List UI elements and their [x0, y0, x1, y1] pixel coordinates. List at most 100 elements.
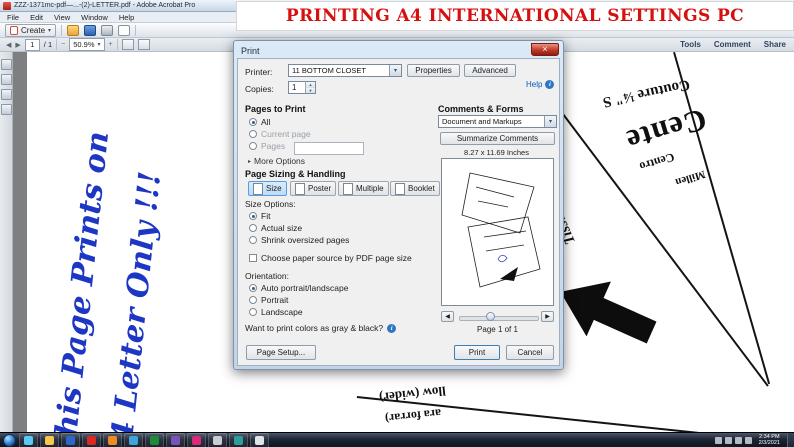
radio-all-pages[interactable]: All: [249, 117, 270, 127]
properties-button[interactable]: Properties: [407, 64, 460, 77]
radio-icon: [249, 284, 257, 292]
taskbar-app-icon[interactable]: [229, 432, 248, 447]
bookmarks-icon[interactable]: [0, 74, 12, 85]
cancel-button[interactable]: Cancel: [506, 345, 554, 360]
preview-next-button[interactable]: ▶: [541, 311, 554, 322]
preview-prev-button[interactable]: ◀: [441, 311, 454, 322]
zoom-level-select[interactable]: 50.9% ▾: [69, 38, 105, 51]
menu-help[interactable]: Help: [119, 13, 134, 22]
taskbar-app-icon[interactable]: [187, 432, 206, 447]
taskbar-app-icon[interactable]: [250, 432, 269, 447]
signatures-icon[interactable]: [0, 104, 12, 115]
radio-actual-size[interactable]: Actual size: [249, 223, 302, 233]
checkbox-icon: [249, 254, 257, 262]
taskbar-app-icon[interactable]: [145, 432, 164, 447]
close-icon[interactable]: ×: [531, 43, 559, 56]
previous-page-icon[interactable]: ◀: [6, 41, 11, 49]
taskbar-clock[interactable]: 2:34 PM 2/3/2021: [759, 434, 780, 447]
app-glyph: [234, 435, 243, 445]
multiple-mode-icon: [343, 182, 353, 195]
poster-mode-button[interactable]: Poster: [290, 181, 337, 196]
taskbar-app-icon[interactable]: [19, 432, 38, 447]
copies-arrows[interactable]: ▴ ▾: [305, 82, 315, 93]
email-icon[interactable]: [118, 24, 131, 36]
zoom-value: 50.9%: [73, 40, 95, 49]
menu-file[interactable]: File: [7, 13, 19, 22]
show-desktop-button[interactable]: [787, 432, 794, 447]
caption-banner-text: PRINTING A4 INTERNATIONAL SETTINGS PC: [285, 6, 745, 26]
taskbar-app-icon[interactable]: [61, 432, 80, 447]
pages-range-input[interactable]: [294, 142, 364, 155]
radio-fit[interactable]: Fit: [249, 211, 270, 221]
print-dialog-titlebar[interactable]: Print ×: [237, 43, 560, 58]
radio-pages-range[interactable]: Pages: [249, 141, 285, 151]
action-center-icon[interactable]: [724, 436, 732, 444]
summarize-comments-button[interactable]: Summarize Comments: [440, 132, 555, 145]
printer-select[interactable]: 11 BOTTOM CLOSET ▾: [288, 64, 402, 77]
radio-shrink-pages[interactable]: Shrink oversized pages: [249, 235, 349, 245]
open-file-icon[interactable]: [67, 24, 80, 36]
create-button[interactable]: Create ▾: [5, 23, 57, 37]
advanced-button[interactable]: Advanced: [464, 64, 516, 77]
radio-landscape[interactable]: Landscape: [249, 307, 303, 317]
hidden-icons-icon[interactable]: [714, 436, 722, 444]
copies-stepper[interactable]: 1 ▴ ▾: [288, 81, 316, 94]
print-preview: [441, 158, 554, 306]
spin-down-icon[interactable]: ▾: [306, 87, 315, 93]
radio-auto-orientation[interactable]: Auto portrait/landscape: [249, 283, 348, 293]
app-glyph: [108, 435, 117, 445]
help-label: Help: [526, 80, 543, 89]
page-number-input[interactable]: 1: [24, 38, 40, 51]
paper-source-checkbox[interactable]: Choose paper source by PDF page size: [249, 253, 412, 263]
menu-window[interactable]: Window: [81, 13, 108, 22]
comment-panel-button[interactable]: Comment: [714, 40, 751, 49]
menu-view[interactable]: View: [54, 13, 70, 22]
pattern-text-couture: Couture ¼" S: [601, 75, 692, 111]
radio-portrait[interactable]: Portrait: [249, 295, 288, 305]
page-thumbnails-icon[interactable]: [0, 59, 12, 70]
share-panel-button[interactable]: Share: [764, 40, 786, 49]
network-icon[interactable]: [734, 436, 742, 444]
toolbar-separator: [61, 24, 63, 36]
gray-black-info-icon[interactable]: i: [387, 323, 397, 333]
print-icon[interactable]: [101, 24, 114, 36]
taskbar-app-icon[interactable]: [40, 432, 59, 447]
multiple-mode-button[interactable]: Multiple: [338, 181, 389, 196]
preview-slider-thumb[interactable]: [486, 312, 495, 321]
start-button[interactable]: [3, 433, 16, 447]
taskbar-app-icon[interactable]: [103, 432, 122, 447]
create-pdf-icon: [10, 25, 18, 35]
tools-panel-button[interactable]: Tools: [680, 40, 701, 49]
radio-icon: [249, 142, 257, 150]
print-button[interactable]: Print: [454, 345, 500, 360]
zoom-out-icon[interactable]: −: [61, 41, 65, 48]
menu-edit[interactable]: Edit: [30, 13, 43, 22]
help-link[interactable]: Help i: [526, 80, 555, 89]
taskbar-app-icon[interactable]: [166, 432, 185, 447]
caret-down-icon: ▾: [97, 42, 101, 48]
next-page-icon[interactable]: ▶: [15, 41, 20, 49]
multiple-mode-label: Multiple: [356, 184, 384, 193]
save-icon[interactable]: [84, 24, 97, 36]
volume-icon[interactable]: [744, 436, 752, 444]
arrow-right-icon: ▶: [545, 314, 550, 320]
taskbar-app-icon[interactable]: [82, 432, 101, 447]
size-mode-button[interactable]: Size: [248, 181, 287, 196]
single-page-view-icon[interactable]: [121, 39, 134, 50]
cancel-button-label: Cancel: [517, 348, 543, 357]
comments-forms-select[interactable]: Document and Markups ▾: [438, 115, 557, 128]
properties-label: Properties: [415, 66, 452, 75]
radio-all-label: All: [261, 117, 271, 127]
app-glyph: [213, 435, 222, 445]
preview-slider-track[interactable]: [459, 316, 539, 321]
booklet-mode-button[interactable]: Booklet: [390, 181, 440, 196]
radio-current-page[interactable]: Current page: [249, 129, 311, 139]
taskbar-app-icon[interactable]: [208, 432, 227, 447]
page-setup-button[interactable]: Page Setup...: [246, 345, 316, 360]
scrolling-view-icon[interactable]: [137, 39, 150, 50]
attachments-icon[interactable]: [0, 89, 12, 100]
more-options-toggle[interactable]: ▸ More Options: [248, 156, 305, 166]
print-dialog: Print × Printer: 11 BOTTOM CLOSET ▾ Prop…: [233, 40, 564, 370]
taskbar-app-icon[interactable]: [124, 432, 143, 447]
zoom-in-icon[interactable]: +: [109, 41, 113, 48]
